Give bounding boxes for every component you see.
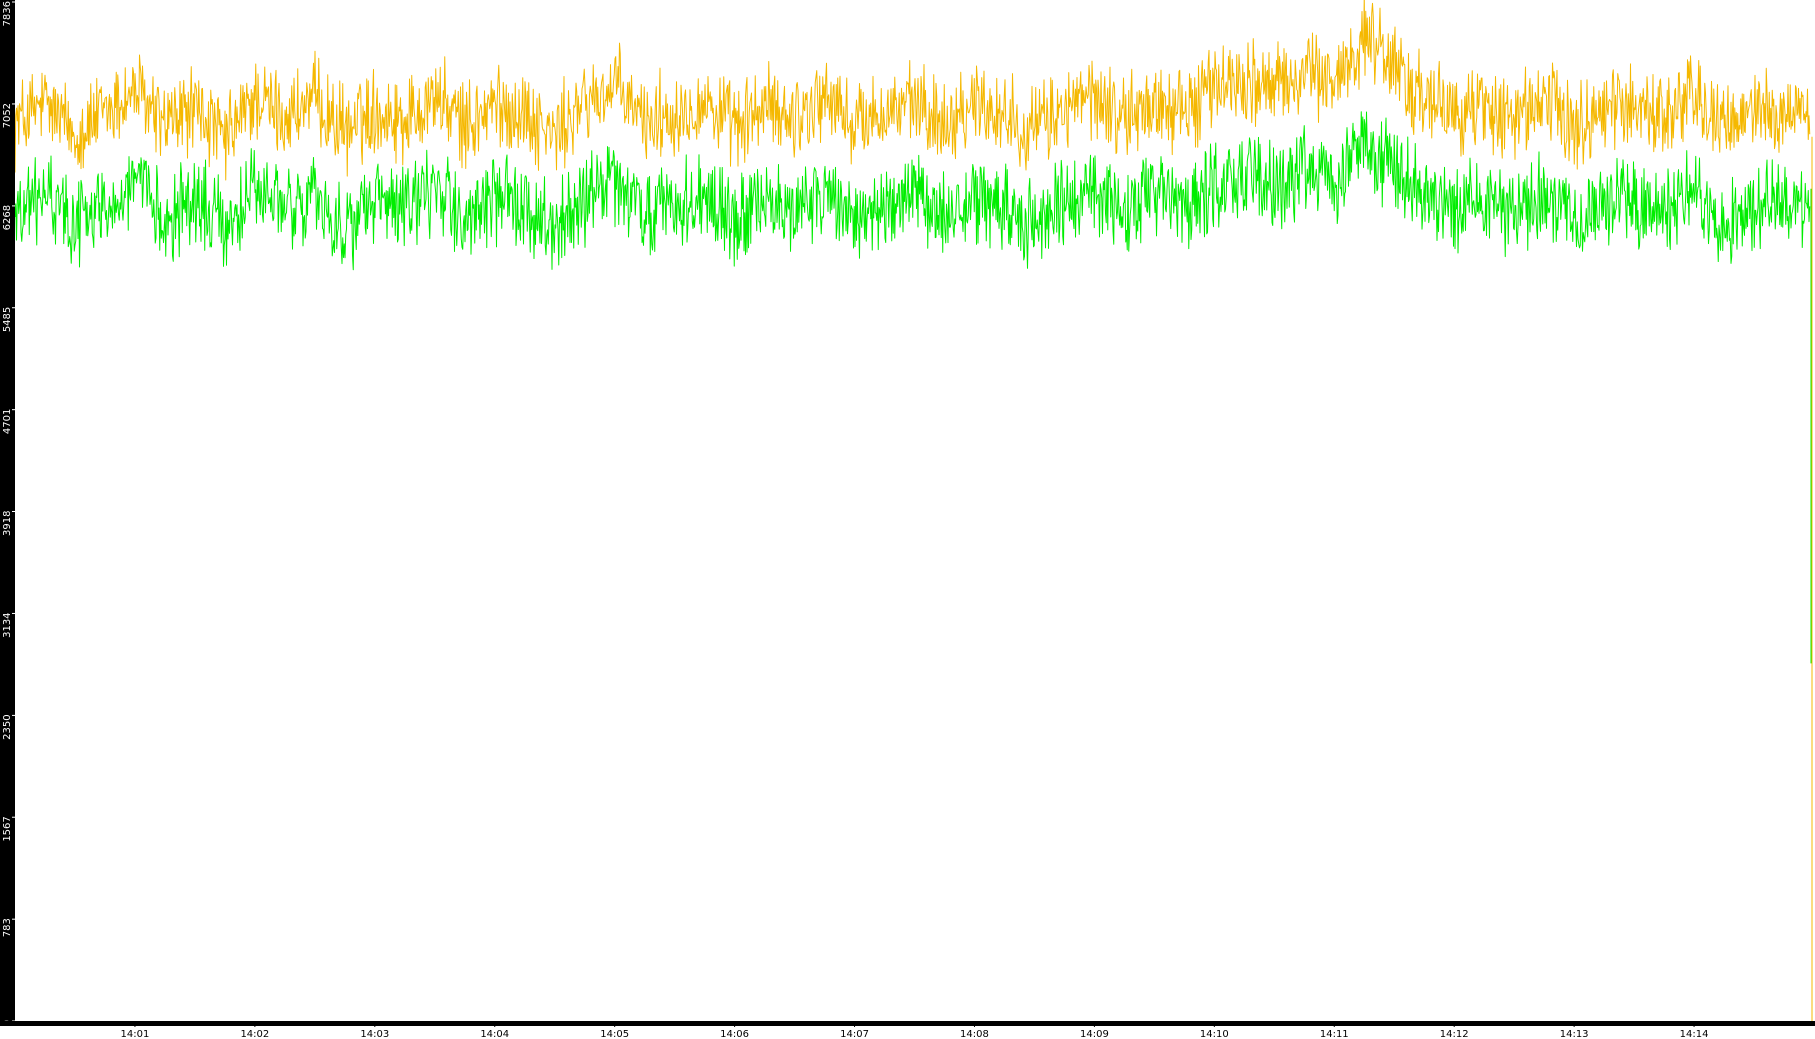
y-tick-label: 1567 — [2, 816, 13, 841]
x-tick-label: 14:01 — [121, 1029, 150, 1039]
x-tick-label: 14:11 — [1320, 1029, 1349, 1039]
y-tick-label: 7052 — [2, 103, 13, 128]
x-axis-band — [0, 1021, 1815, 1026]
y-tick-label: 5485 — [2, 307, 13, 332]
chart-background — [0, 0, 1815, 1039]
x-tick-label: 14:13 — [1560, 1029, 1589, 1039]
x-tick-label: 14:05 — [600, 1029, 629, 1039]
x-tick-label: 14:14 — [1680, 1029, 1709, 1039]
x-tick-label: 14:03 — [360, 1029, 389, 1039]
y-tick-label: 4701 — [2, 409, 13, 434]
x-tick-label: 14:02 — [240, 1029, 269, 1039]
x-tick-label: 14:06 — [720, 1029, 749, 1039]
chart-canvas: 0783156723503134391847015485626870527836… — [0, 0, 1815, 1039]
x-tick-label: 14:04 — [480, 1029, 509, 1039]
x-tick-label: 14:10 — [1200, 1029, 1229, 1039]
x-tick-label: 14:09 — [1080, 1029, 1109, 1039]
y-tick-label: 2350 — [2, 714, 13, 739]
y-tick-label: 3134 — [2, 612, 13, 637]
y-axis: 0783156723503134391847015485626870527836 — [0, 0, 15, 1026]
y-tick-label: 783 — [2, 918, 13, 937]
y-tick-label: 6268 — [2, 205, 13, 230]
x-tick-label: 14:12 — [1440, 1029, 1469, 1039]
x-tick-label: 14:08 — [960, 1029, 989, 1039]
x-tick-label: 14:07 — [840, 1029, 869, 1039]
line-chart: 0783156723503134391847015485626870527836… — [0, 0, 1815, 1039]
plot-area — [0, 0, 1815, 1039]
y-tick-label: 3918 — [2, 511, 13, 536]
y-tick-label: 7836 — [2, 1, 13, 26]
